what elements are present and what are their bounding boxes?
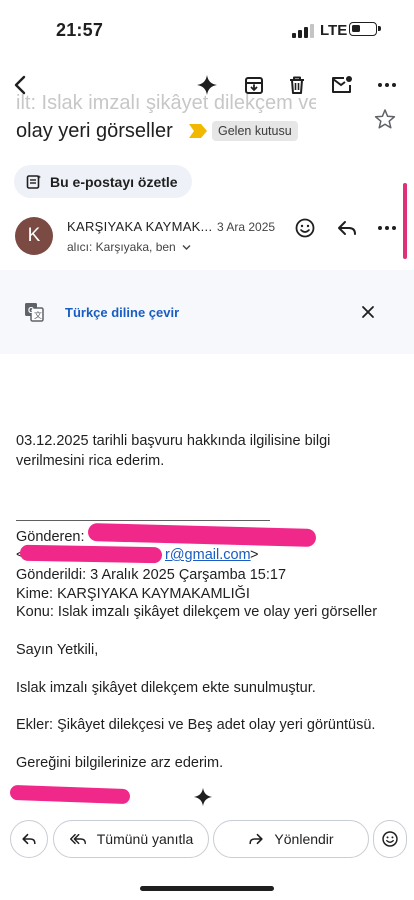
reply-all-icon <box>69 833 86 845</box>
translate-icon: G 文 <box>25 303 44 322</box>
chevron-down-icon <box>182 245 191 250</box>
reply-button[interactable] <box>10 820 48 858</box>
email-date: 3 Ara 2025 <box>217 220 276 234</box>
body-line: verilmesini rica ederim. <box>16 453 165 469</box>
body-paragraph: Ekler: Şikâyet dilekçesi ve Beş adet ola… <box>16 717 376 733</box>
summarize-label: Bu e-postayı özetle <box>50 173 178 190</box>
email-subject: olay yeri görseller <box>16 120 173 142</box>
battery-icon <box>349 22 381 36</box>
emoji-icon <box>295 218 315 238</box>
gemini-sparkle-icon[interactable] <box>193 787 213 807</box>
redaction-mark <box>9 784 131 805</box>
scroll-indicator[interactable] <box>403 183 407 259</box>
forwarded-sent-line: Gönderildi: 3 Aralık 2025 Çarşamba 15:17 <box>16 567 287 583</box>
body-paragraph: Gereğini bilgilerinize arz ederim. <box>16 755 224 771</box>
recipients-text: alıcı: Karşıyaka, ben <box>67 240 176 254</box>
emoji-reaction-button[interactable] <box>373 820 407 858</box>
reply-header-button[interactable] <box>332 213 362 243</box>
forwarded-from-email[interactable]: r@gmail.com <box>165 545 251 565</box>
forward-label: Yönlendir <box>274 831 334 847</box>
reply-icon <box>338 221 356 235</box>
translate-bar <box>0 270 414 354</box>
emoji-icon <box>382 831 398 847</box>
quote-separator <box>16 520 270 521</box>
reply-icon <box>22 833 36 845</box>
summarize-email-button[interactable]: Bu e-postayı özetle <box>14 165 192 198</box>
body-line: 03.12.2025 tarihli başvuru hakkında ilgi… <box>16 433 331 449</box>
close-icon <box>362 306 374 318</box>
forward-icon <box>249 833 264 845</box>
star-icon[interactable] <box>374 108 396 130</box>
body-paragraph: Islak imzalı şikâyet dilekçem ekte sunul… <box>16 680 316 696</box>
importance-marker-icon[interactable] <box>189 124 207 138</box>
home-indicator[interactable] <box>140 886 274 891</box>
forwarded-to-line: Kime: KARŞIYAKA KAYMAKAMLIĞI <box>16 586 250 602</box>
message-more-button[interactable] <box>372 213 402 243</box>
reply-all-button[interactable]: Tümünü yanıtla <box>53 820 209 858</box>
summary-icon <box>26 174 41 189</box>
network-type: LTE <box>320 22 348 39</box>
close-translate-button[interactable] <box>353 297 383 327</box>
sender-name[interactable]: KARŞIYAKA KAYMAK... <box>67 219 212 234</box>
forwarded-subject-line: Konu: Islak imzalı şikâyet dilekçem ve o… <box>16 604 378 620</box>
sender-avatar[interactable]: K <box>15 217 53 255</box>
redaction-mark <box>19 544 163 564</box>
body-greeting: Sayın Yetkili, <box>16 642 99 658</box>
svg-text:文: 文 <box>34 310 42 320</box>
react-button[interactable] <box>290 213 320 243</box>
redaction-mark <box>87 523 317 547</box>
email-bracket-close: > <box>250 547 259 563</box>
forward-button[interactable]: Yönlendir <box>213 820 369 858</box>
more-options-button[interactable] <box>372 70 402 100</box>
more-vert-icon <box>378 83 396 87</box>
mark-unread-icon <box>332 76 352 93</box>
status-time: 21:57 <box>56 20 104 40</box>
translate-link[interactable]: Türkçe diline çevir <box>65 305 179 320</box>
inbox-label-chip[interactable]: Gelen kutusu <box>212 121 298 141</box>
more-horiz-icon <box>378 226 396 230</box>
mark-unread-button[interactable] <box>327 70 357 100</box>
subject-faded: ilt: Islak imzalı şikâyet dilekçem ve <box>16 92 316 114</box>
signal-bars-icon <box>292 24 314 38</box>
reply-all-label: Tümünü yanıtla <box>96 831 194 847</box>
recipient-details-toggle[interactable]: alıcı: Karşıyaka, ben <box>67 240 191 254</box>
